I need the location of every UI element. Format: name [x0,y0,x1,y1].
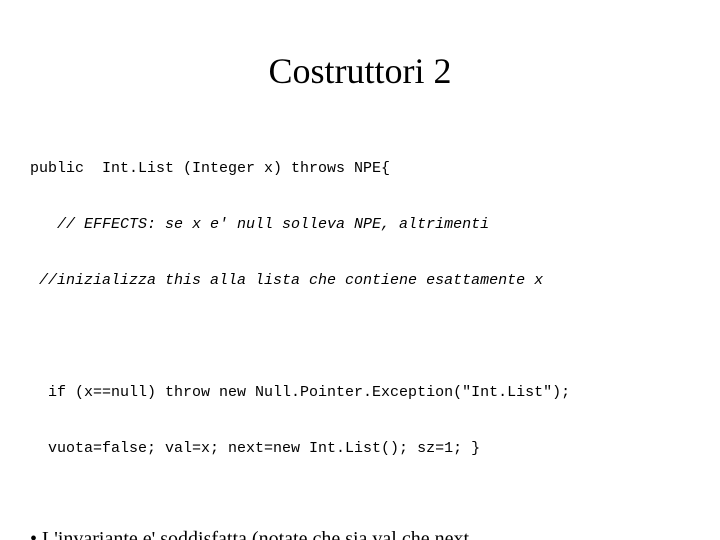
spacer [30,328,700,346]
bullet-item: • L'invariante e' soddisfatta (notate ch… [30,526,700,540]
code-comment: // EFFECTS: se x e' null solleva NPE, al… [30,216,700,235]
code-block: public Int.List (Integer x) throws NPE{ … [30,122,700,496]
page-title: Costruttori 2 [20,50,700,92]
code-line: if (x==null) throw new Null.Pointer.Exce… [30,384,700,403]
slide: Costruttori 2 public Int.List (Integer x… [0,0,720,540]
bullet-list: • L'invariante e' soddisfatta (notate ch… [30,526,700,540]
code-line: vuota=false; val=x; next=new Int.List();… [30,440,700,459]
code-comment: //inizializza this alla lista che contie… [30,272,700,291]
code-line: public Int.List (Integer x) throws NPE{ [30,160,700,179]
